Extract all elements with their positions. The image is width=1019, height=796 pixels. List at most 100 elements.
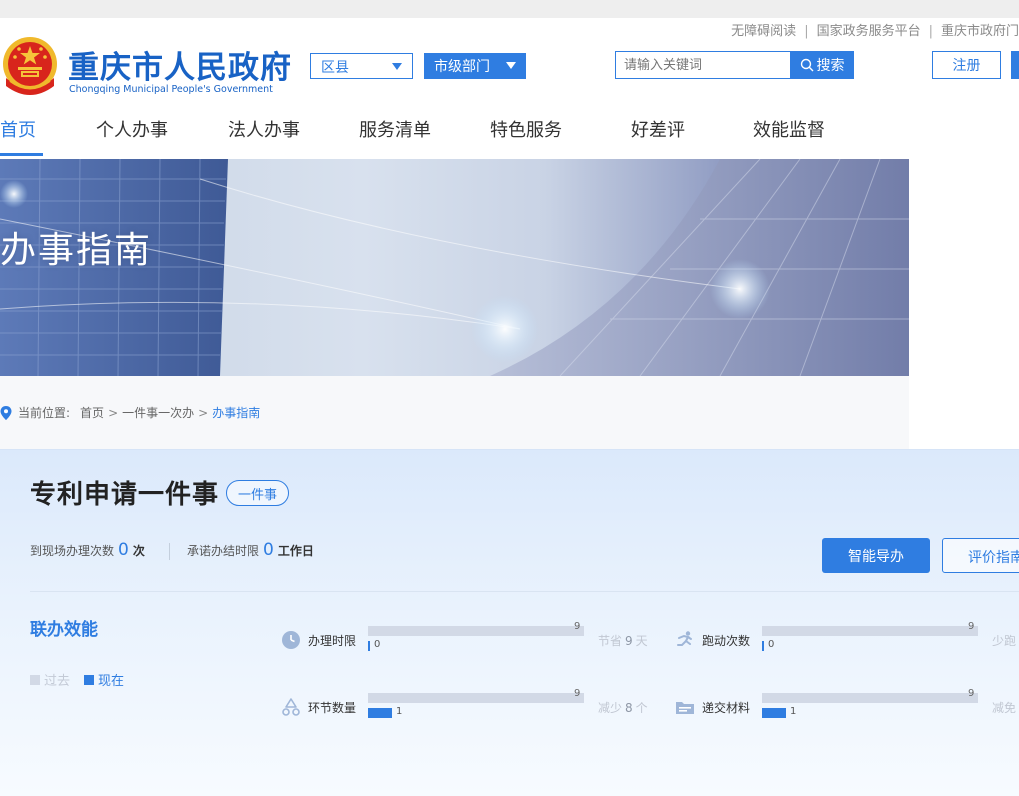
past-value: 9 [574,688,581,699]
evaluation-guide-button[interactable]: 评价指南 [942,538,1019,573]
stat-divider [169,543,170,560]
metric-label: 递交材料 [702,701,751,715]
cycle-icon [282,698,300,716]
now-value: 0 [768,639,775,650]
link-separator: | [804,24,809,39]
nav-item-legal-entity[interactable]: 法人办事 [228,116,300,142]
page-banner: 办事指南 [0,159,909,376]
site-name-english: Chongqing Municipal People's Government [69,84,273,95]
search-input[interactable] [615,51,791,79]
top-utility-links: 无障碍阅读 | 国家政务服务平台 | 重庆市政府门 [731,20,1019,39]
metric-label: 跑动次数 [702,634,751,648]
nav-item-personal[interactable]: 个人办事 [96,116,168,142]
login-button[interactable] [1011,51,1019,79]
card-divider [30,591,1019,592]
nav-item-service-list[interactable]: 服务清单 [359,116,431,142]
one-thing-tag: 一件事 [226,480,289,506]
past-bar [368,693,584,703]
saved-prefix: 减少 [598,701,623,715]
now-value: 1 [396,706,403,717]
nav-item-home[interactable]: 首页 [0,116,36,142]
now-bar [762,641,764,651]
chongqing-gov-portal-link[interactable]: 重庆市政府门 [941,24,1019,39]
link-separator: | [928,24,933,39]
breadcrumb-separator: > [198,405,209,420]
accessible-reading-link[interactable]: 无障碍阅读 [731,24,796,39]
now-value: 0 [374,639,381,650]
metric-processing-time: 办理时限 9 0 节省 9 天 [281,621,661,656]
deadline-value: 0 [263,540,274,560]
now-bar [368,641,370,651]
onsite-visits-value: 0 [118,540,129,560]
browser-top-strip [0,0,1019,18]
search-button[interactable]: 搜索 [790,51,854,79]
saved-prefix: 少跑 [992,634,1017,648]
service-title: 专利申请一件事 [30,480,220,510]
county-select[interactable]: 区县 [310,53,413,79]
metric-trips: 跑动次数 9 0 少跑 [675,621,1019,656]
past-value: 9 [574,621,581,632]
breadcrumb-onestop-link[interactable]: 一件事一次办 [122,404,194,421]
saved-value: 9 [625,634,633,648]
county-select-label: 区县 [321,60,349,76]
breadcrumb-label: 当前位置: [18,406,71,420]
saved-prefix: 减免 [992,701,1017,715]
legend-past-swatch [30,674,40,685]
past-bar [762,626,978,636]
legend-now-swatch [84,674,95,685]
past-value: 9 [968,688,975,699]
chevron-down-icon [392,63,402,70]
smart-guide-button[interactable]: 智能导办 [822,538,930,573]
nav-active-indicator [0,153,43,156]
onsite-visits-unit: 次 [132,544,145,558]
saved-text: 少跑 [992,632,1019,649]
nav-item-supervision[interactable]: 效能监督 [753,116,825,142]
metric-label: 办理时限 [308,634,357,648]
efficiency-legend: 过去 现在 [30,670,124,689]
banner-title: 办事指南 [0,230,153,271]
main-nav: 首页 个人办事 法人办事 服务清单 特色服务 好差评 效能监督 [0,100,910,158]
folder-icon [676,702,694,714]
nav-item-rating[interactable]: 好差评 [631,116,685,142]
past-bar [762,693,978,703]
saved-text: 减少 8 个 [598,699,648,716]
onsite-visits-stat: 到现场办理次数 0 次 [30,540,145,560]
legend-now-label: 现在 [98,674,125,689]
efficiency-title: 联办效能 [30,620,98,640]
past-value: 9 [968,621,975,632]
saved-prefix: 节省 [598,634,623,648]
deadline-unit: 工作日 [277,544,314,558]
site-name: 重庆市人民政府 [68,50,292,86]
national-service-platform-link[interactable]: 国家政务服务平台 [817,24,921,39]
runner-icon [677,631,692,646]
nav-item-featured[interactable]: 特色服务 [490,116,562,142]
legend-past-label: 过去 [44,674,71,689]
national-emblem-logo[interactable] [0,34,62,102]
saved-unit: 天 [635,634,648,648]
deadline-label: 承诺办结时限 [187,544,260,558]
search-icon [800,58,813,72]
metric-label: 环节数量 [308,701,357,715]
breadcrumb: 当前位置: 首页 > 一件事一次办 > 办事指南 [0,404,260,421]
department-select[interactable]: 市级部门 [424,53,526,79]
chevron-down-icon [506,62,516,69]
saved-unit: 个 [635,701,648,715]
metric-steps: 环节数量 9 1 减少 8 个 [281,688,661,723]
breadcrumb-current: 办事指南 [212,406,261,420]
register-button[interactable]: 注册 [932,51,1001,79]
saved-value: 8 [625,701,633,715]
search-button-label: 搜索 [816,58,845,74]
saved-text: 减免 [992,699,1019,716]
metric-materials: 递交材料 9 1 减免 [675,688,1019,723]
now-bar [368,708,392,718]
clock-icon [282,631,300,649]
onsite-visits-label: 到现场办理次数 [30,544,115,558]
department-select-label: 市级部门 [434,59,490,75]
deadline-stat: 承诺办结时限 0 工作日 [187,540,314,560]
saved-text: 节省 9 天 [598,632,648,649]
breadcrumb-separator: > [108,405,119,420]
breadcrumb-home-link[interactable]: 首页 [80,404,104,421]
now-value: 1 [790,706,797,717]
location-pin-icon [0,405,12,420]
past-bar [368,626,584,636]
